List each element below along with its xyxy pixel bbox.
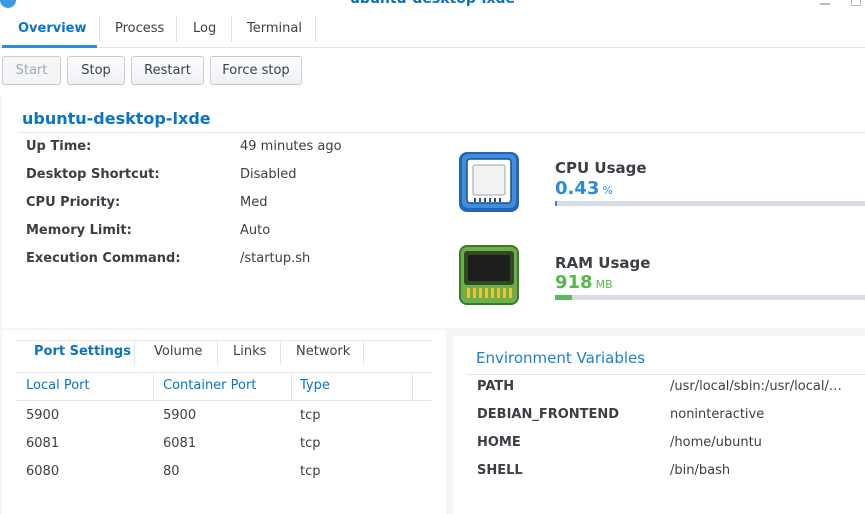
table-header-top-border bbox=[16, 372, 431, 373]
tab-divider bbox=[231, 16, 232, 42]
field-label-uptime: Up Time: bbox=[26, 139, 92, 154]
ram-usage-unit: MB bbox=[595, 278, 613, 291]
stop-button[interactable]: Stop bbox=[67, 56, 125, 85]
tab-process[interactable]: Process bbox=[103, 17, 176, 43]
port-settings-panel: Port Settings Volume Links Network Local… bbox=[2, 330, 446, 514]
environment-variables-panel: Environment Variables PATH /usr/local/sb… bbox=[453, 336, 865, 514]
window-title: ubuntu-desktop-lxde bbox=[0, 0, 865, 7]
env-key-debian-frontend: DEBIAN_FRONTEND bbox=[477, 407, 620, 422]
tab-overview[interactable]: Overview bbox=[6, 17, 99, 43]
env-value-debian-frontend: noninteractive bbox=[670, 407, 765, 422]
field-label-memory-limit: Memory Limit: bbox=[26, 223, 132, 238]
cell-local-port: 5900 bbox=[26, 408, 60, 423]
main-tab-bar: Overview Process Log Terminal bbox=[0, 8, 865, 48]
tab-divider bbox=[315, 16, 316, 42]
title-bar: ubuntu-desktop-lxde bbox=[0, 0, 865, 8]
divider bbox=[467, 374, 865, 375]
cell-type: tcp bbox=[300, 436, 321, 451]
cell-local-port: 6081 bbox=[26, 436, 60, 451]
ram-icon bbox=[458, 244, 520, 306]
action-toolbar: Start Stop Restart Force stop bbox=[0, 48, 865, 96]
column-divider bbox=[412, 372, 413, 400]
restart-button[interactable]: Restart bbox=[131, 56, 204, 85]
cell-type: tcp bbox=[300, 464, 321, 479]
column-header-container-port[interactable]: Container Port bbox=[163, 378, 256, 393]
column-divider bbox=[153, 372, 154, 400]
tab-divider bbox=[217, 340, 218, 365]
env-value-path: /usr/local/sbin:/usr/local/bin:/usr/sbin… bbox=[670, 379, 850, 394]
tab-network[interactable]: Network bbox=[290, 339, 356, 367]
start-button[interactable]: Start bbox=[2, 56, 61, 85]
field-value-execution-command: /startup.sh bbox=[240, 251, 311, 266]
tab-port-settings[interactable]: Port Settings bbox=[28, 339, 137, 367]
tab-divider bbox=[280, 340, 281, 365]
env-value-shell: /bin/bash bbox=[670, 463, 731, 478]
cpu-usage-bar bbox=[555, 201, 865, 206]
field-label-desktop-shortcut: Desktop Shortcut: bbox=[26, 167, 160, 182]
ram-usage-value: 918 MB bbox=[555, 272, 613, 293]
field-label-cpu-priority: CPU Priority: bbox=[26, 195, 121, 210]
column-header-local-port[interactable]: Local Port bbox=[26, 378, 90, 393]
column-header-type[interactable]: Type bbox=[300, 378, 330, 393]
cpu-usage-unit: % bbox=[602, 184, 613, 197]
ram-usage-bar-fill bbox=[555, 295, 573, 300]
environment-variables-title: Environment Variables bbox=[476, 349, 646, 367]
env-key-path: PATH bbox=[477, 379, 515, 394]
tab-divider bbox=[99, 16, 100, 42]
env-key-shell: SHELL bbox=[477, 463, 523, 478]
container-name: ubuntu-desktop-lxde bbox=[22, 109, 211, 128]
cpu-usage-value: 0.43% bbox=[555, 178, 613, 199]
overview-panel: ubuntu-desktop-lxde Up Time: 49 minutes … bbox=[2, 96, 865, 328]
field-value-cpu-priority: Med bbox=[240, 195, 268, 210]
cpu-icon bbox=[458, 151, 520, 213]
cell-container-port: 80 bbox=[163, 464, 180, 479]
divider bbox=[18, 132, 865, 133]
tab-divider bbox=[363, 340, 364, 365]
ram-usage-title: RAM Usage bbox=[555, 254, 651, 272]
ram-usage-number: 918 bbox=[555, 272, 593, 293]
field-value-memory-limit: Auto bbox=[240, 223, 271, 238]
cell-type: tcp bbox=[300, 408, 321, 423]
cpu-usage-number: 0.43 bbox=[555, 178, 600, 199]
ram-usage-bar bbox=[555, 295, 865, 300]
minimize-icon[interactable] bbox=[820, 0, 830, 5]
table-header-bottom-border bbox=[16, 400, 431, 401]
field-value-uptime: 49 minutes ago bbox=[240, 139, 342, 154]
tab-log[interactable]: Log bbox=[181, 17, 228, 43]
cpu-usage-bar-fill bbox=[555, 201, 557, 206]
maximize-icon[interactable] bbox=[851, 0, 861, 6]
column-divider bbox=[291, 372, 292, 400]
cpu-usage-title: CPU Usage bbox=[555, 159, 647, 177]
tab-terminal[interactable]: Terminal bbox=[235, 17, 314, 43]
tab-links[interactable]: Links bbox=[227, 339, 272, 367]
field-value-desktop-shortcut: Disabled bbox=[240, 167, 297, 182]
env-value-home: /home/ubuntu bbox=[670, 435, 762, 450]
tab-divider bbox=[176, 16, 177, 42]
cell-container-port: 5900 bbox=[163, 408, 197, 423]
tab-volume[interactable]: Volume bbox=[148, 339, 208, 367]
env-key-home: HOME bbox=[477, 435, 521, 450]
field-label-execution-command: Execution Command: bbox=[26, 251, 181, 266]
cell-container-port: 6081 bbox=[163, 436, 197, 451]
force-stop-button[interactable]: Force stop bbox=[210, 56, 302, 85]
tab-divider bbox=[134, 340, 135, 365]
cell-local-port: 6080 bbox=[26, 464, 60, 479]
